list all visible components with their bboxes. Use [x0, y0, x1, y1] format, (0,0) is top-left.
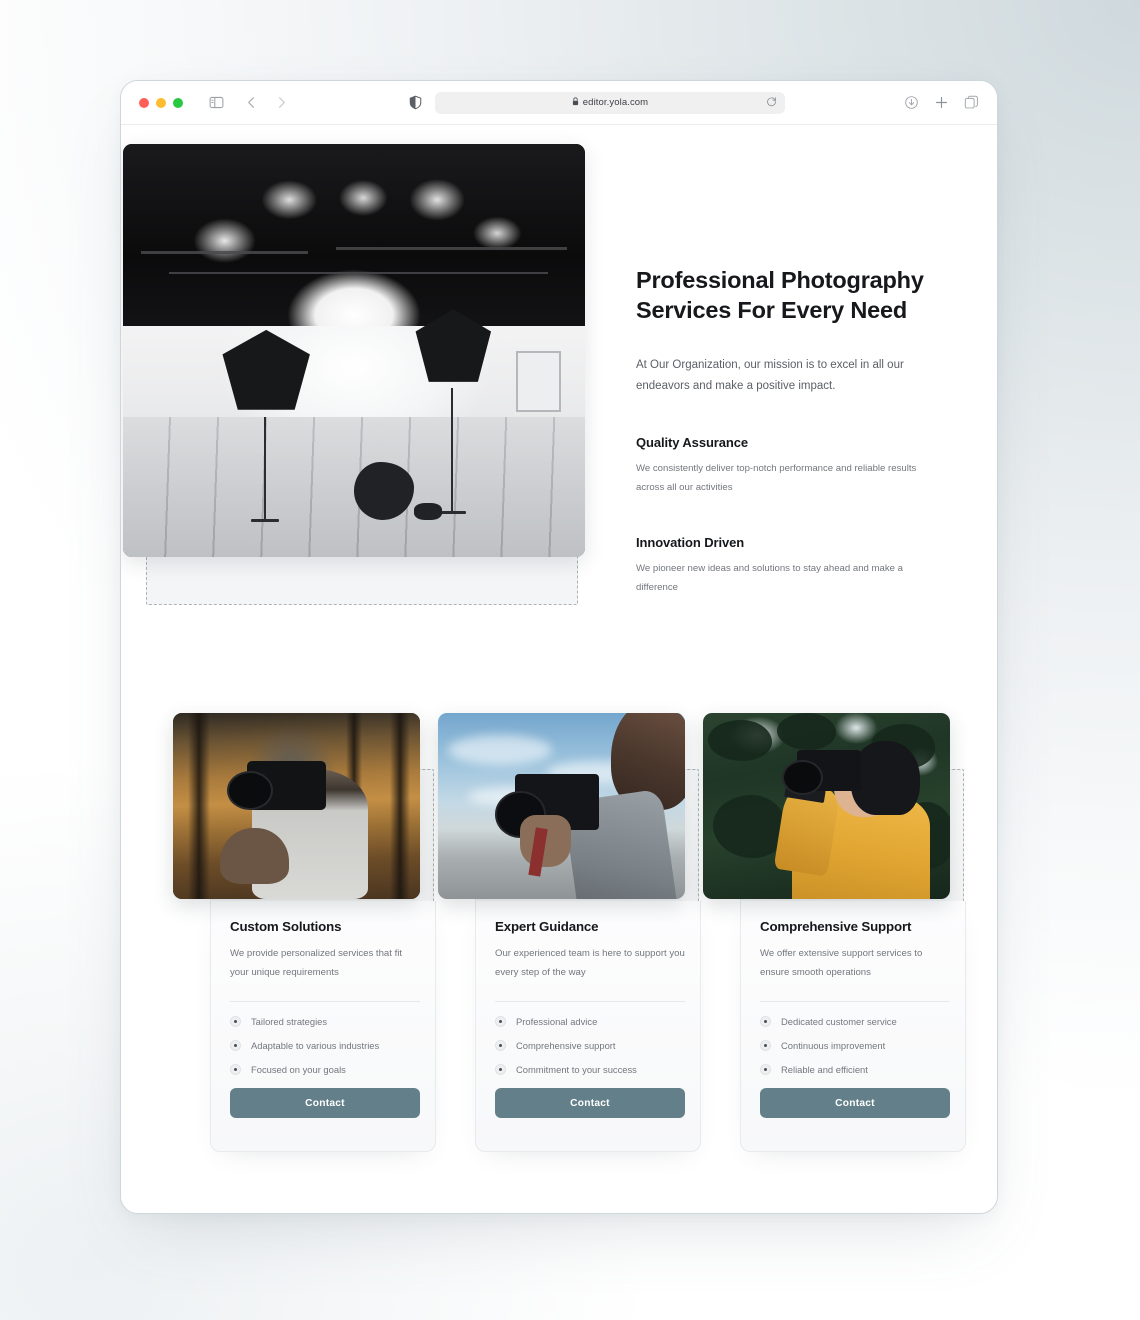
contact-button[interactable]: Contact — [495, 1088, 685, 1118]
bullet-icon — [760, 1040, 771, 1051]
back-chevron-icon[interactable] — [244, 95, 259, 110]
card-image[interactable] — [438, 713, 685, 899]
contact-button[interactable]: Contact — [760, 1088, 950, 1118]
card-body: Custom Solutions We provide personalized… — [230, 919, 420, 1118]
window-controls[interactable] — [139, 97, 183, 108]
browser-toolbar: editor.yola.com — [121, 81, 997, 125]
sidebar-toggle-icon[interactable] — [209, 95, 224, 110]
lock-icon — [572, 97, 579, 108]
list-item: Comprehensive support — [495, 1040, 685, 1051]
list-item: Adaptable to various industries — [230, 1040, 420, 1051]
studio-ceiling-lights — [123, 144, 585, 330]
card-body: Comprehensive Support We offer extensive… — [760, 919, 950, 1118]
maximize-window-button[interactable] — [173, 97, 183, 108]
plus-icon[interactable] — [934, 95, 949, 110]
bullet-icon — [495, 1040, 506, 1051]
bullet-icon — [495, 1016, 506, 1027]
card-divider — [230, 1001, 420, 1002]
download-icon[interactable] — [904, 95, 919, 110]
hero-text-block: Professional Photography Services For Ev… — [636, 265, 928, 597]
card-divider — [495, 1001, 685, 1002]
bullet-label: Commitment to your success — [516, 1064, 637, 1075]
browser-window: editor.yola.com Professional Photography… — [120, 80, 998, 1214]
card-description: Our experienced team is here to support … — [495, 948, 685, 978]
card-description: We provide personalized services that fi… — [230, 948, 403, 978]
bullet-icon — [230, 1064, 241, 1075]
card-image[interactable] — [173, 713, 420, 899]
minimize-window-button[interactable] — [156, 97, 166, 108]
card-image[interactable] — [703, 713, 950, 899]
card-bullet-list: Dedicated customer service Continuous im… — [760, 1016, 950, 1075]
list-item: Tailored strategies — [230, 1016, 420, 1027]
list-item: Dedicated customer service — [760, 1016, 950, 1027]
close-window-button[interactable] — [139, 97, 149, 108]
feature-text-innovation-driven: We pioneer new ideas and solutions to st… — [636, 563, 904, 593]
card-description: We offer extensive support services to e… — [760, 948, 923, 978]
bullet-label: Adaptable to various industries — [251, 1040, 380, 1051]
reload-icon[interactable] — [766, 96, 777, 110]
card-bullet-list: Professional advice Comprehensive suppor… — [495, 1016, 685, 1075]
contact-button[interactable]: Contact — [230, 1088, 420, 1118]
light-stand-left — [250, 416, 279, 523]
bullet-label: Tailored strategies — [251, 1016, 328, 1027]
hero-subtitle: At Our Organization, our mission is to e… — [636, 359, 904, 392]
bullet-icon — [760, 1064, 771, 1075]
window-pane — [515, 350, 562, 413]
card-title: Comprehensive Support — [760, 919, 912, 934]
card-divider — [760, 1001, 950, 1002]
bullet-icon — [495, 1064, 506, 1075]
bullet-label: Dedicated customer service — [781, 1016, 897, 1027]
equipment-case — [414, 503, 442, 520]
privacy-shield-icon[interactable] — [408, 95, 423, 110]
feature-text-quality-assurance: We consistently deliver top-notch perfor… — [636, 463, 917, 493]
list-item: Professional advice — [495, 1016, 685, 1027]
feature-heading-quality-assurance: Quality Assurance — [636, 435, 748, 450]
tab-overview-icon[interactable] — [964, 95, 979, 110]
light-stand-right — [438, 387, 467, 514]
bullet-label: Focused on your goals — [251, 1064, 346, 1075]
hero-image-selection-outline[interactable] — [123, 144, 585, 605]
bullet-icon — [230, 1040, 241, 1051]
bullet-label: Comprehensive support — [516, 1040, 616, 1051]
hero-image[interactable] — [123, 144, 585, 557]
card-title: Expert Guidance — [495, 919, 599, 934]
card-bullet-list: Tailored strategies Adaptable to various… — [230, 1016, 420, 1075]
bullet-label: Continuous improvement — [781, 1040, 886, 1051]
card-title: Custom Solutions — [230, 919, 342, 934]
forward-chevron-icon[interactable] — [274, 95, 289, 110]
page-title: Professional Photography Services For Ev… — [636, 267, 924, 323]
list-item: Continuous improvement — [760, 1040, 950, 1051]
address-bar[interactable]: editor.yola.com — [435, 91, 785, 114]
list-item: Reliable and efficient — [760, 1064, 950, 1075]
bullet-icon — [760, 1016, 771, 1027]
bullet-label: Reliable and efficient — [781, 1064, 868, 1075]
list-item: Commitment to your success — [495, 1064, 685, 1075]
url-text: editor.yola.com — [582, 97, 649, 108]
bullet-label: Professional advice — [516, 1016, 598, 1027]
bullet-icon — [230, 1016, 241, 1027]
list-item: Focused on your goals — [230, 1064, 420, 1075]
feature-heading-innovation-driven: Innovation Driven — [636, 535, 745, 550]
site-canvas: Professional Photography Services For Ev… — [121, 125, 997, 1213]
card-body: Expert Guidance Our experienced team is … — [495, 919, 685, 1118]
